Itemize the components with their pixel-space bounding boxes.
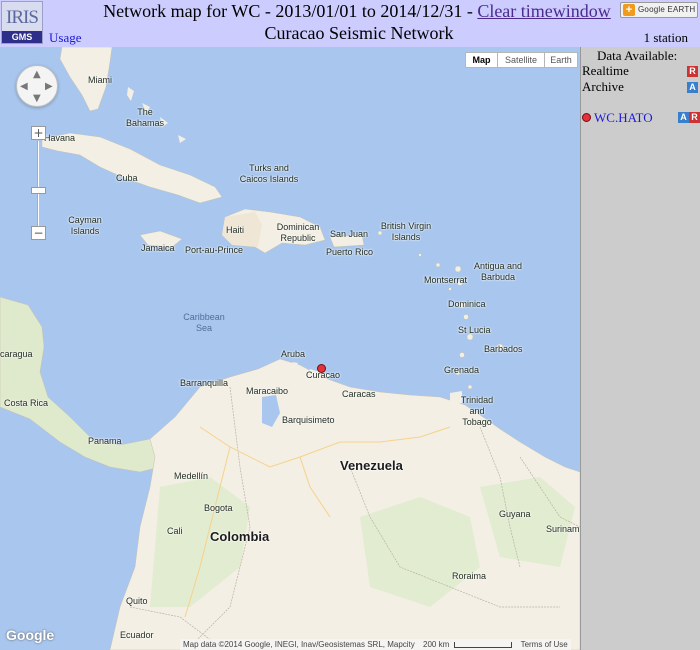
place-puerto-rico: Puerto Rico	[326, 247, 374, 257]
zoom-slider-track[interactable]	[37, 141, 39, 226]
map-type-earth-button[interactable]: Earth	[544, 52, 578, 68]
place-caracas: Caracas	[342, 389, 376, 399]
place-bogota: Bogota	[204, 503, 233, 513]
land-central-america	[0, 296, 166, 473]
page-title: Network map for WC - 2013/01/01 to 2014/…	[0, 1, 700, 22]
station-archive-badge: A	[678, 112, 689, 123]
google-logo[interactable]: Google	[6, 627, 54, 643]
place-cayman: Cayman Islands	[68, 215, 102, 236]
place-port-au-prince: Port-au-Prince	[185, 245, 244, 255]
place-montserrat: Montserrat	[424, 275, 468, 285]
place-barranquilla: Barranquilla	[180, 378, 229, 388]
plus-icon: +	[623, 4, 635, 16]
google-earth-label: Google EARTH	[638, 5, 696, 14]
station-dot-icon	[582, 113, 591, 122]
place-haiti: Haiti	[226, 225, 245, 235]
header: IRIS GMS Network map for WC - 2013/01/01…	[0, 0, 700, 47]
place-san-juan: San Juan	[330, 229, 369, 239]
place-medellin: Medellín	[174, 471, 209, 481]
pan-left-icon[interactable]: ◀	[20, 81, 28, 92]
place-dominican: Dominican Republic	[276, 222, 320, 243]
map[interactable]: Miami The Bahamas Havana Cuba Cayman Isl…	[0, 47, 580, 650]
place-bahamas: The Bahamas	[125, 107, 165, 128]
pan-control[interactable]: ▲ ▼ ◀ ▶	[16, 65, 58, 107]
terms-link[interactable]: Terms of Use	[521, 640, 568, 649]
place-costa-rica: Costa Rica	[4, 398, 49, 408]
scale-label: 200 km	[423, 640, 450, 649]
zoom-out-button[interactable]: −	[31, 226, 46, 240]
place-panama: Panama	[88, 436, 122, 446]
archive-label: Archive	[582, 79, 624, 94]
place-bvi: British Virgin Islands	[380, 221, 432, 242]
sidebar: Data Available: Realtime R Archive A WC.…	[580, 47, 700, 650]
realtime-badge: R	[687, 66, 698, 77]
place-dominica: Dominica	[448, 299, 486, 309]
place-st-lucia: St Lucia	[458, 325, 491, 335]
place-antigua: Antigua and Barbuda	[473, 261, 523, 282]
place-maracaibo: Maracaibo	[246, 386, 289, 396]
station-list-item[interactable]: WC.HATO A R	[582, 110, 700, 126]
place-barbados: Barbados	[484, 344, 523, 354]
place-jamaica: Jamaica	[141, 243, 175, 253]
place-quito: Quito	[126, 596, 148, 606]
zoom-in-button[interactable]: +	[31, 126, 46, 140]
clear-timewindow-link[interactable]: Clear timewindow	[477, 1, 610, 21]
google-earth-button[interactable]: + Google EARTH	[620, 2, 698, 18]
archive-badge: A	[687, 82, 698, 93]
place-trinidad: Trinidad and Tobago	[460, 395, 494, 427]
usage-link[interactable]: Usage	[49, 30, 82, 46]
map-attribution: Map data ©2014 Google, INEGI, Inav/Geosi…	[180, 639, 571, 650]
data-available-heading: Data Available:	[597, 48, 678, 63]
place-grenada: Grenada	[444, 365, 480, 375]
station-link-wc-hato[interactable]: WC.HATO	[594, 110, 653, 126]
place-cuba: Cuba	[116, 173, 138, 183]
place-barquisimeto: Barquisimeto	[282, 415, 335, 425]
place-miami: Miami	[88, 75, 112, 85]
map-type-map-button[interactable]: Map	[465, 52, 498, 68]
place-ecuador: Ecuador	[120, 630, 154, 640]
place-venezuela: Venezuela	[340, 458, 403, 473]
place-surinam: Surinam	[546, 524, 580, 534]
station-realtime-badge: R	[689, 112, 700, 123]
place-caribbean-sea: Caribbean Sea	[183, 312, 225, 333]
page-title-text: Network map for WC - 2013/01/01 to 2014/…	[103, 1, 473, 21]
map-type-satellite-button[interactable]: Satellite	[497, 52, 545, 68]
network-name: Curacao Seismic Network	[264, 23, 454, 43]
place-turks: Turks and Caicos Islands	[239, 163, 299, 184]
land-lesser-antilles	[377, 230, 504, 390]
place-aruba: Aruba	[281, 349, 306, 359]
pan-up-icon[interactable]: ▲	[33, 69, 41, 80]
scale-bar	[454, 641, 513, 648]
place-guyana: Guyana	[499, 509, 531, 519]
station-marker-wc-hato[interactable]	[317, 364, 326, 373]
pan-right-icon[interactable]: ▶	[45, 81, 53, 92]
station-count: 1 station	[643, 30, 688, 45]
place-colombia: Colombia	[210, 529, 270, 544]
realtime-label: Realtime	[582, 63, 629, 78]
zoom-slider-thumb[interactable]	[31, 187, 46, 194]
attribution-text: Map data ©2014 Google, INEGI, Inav/Geosi…	[183, 640, 415, 649]
place-havana: Havana	[44, 133, 76, 143]
place-roraima: Roraima	[452, 571, 487, 581]
place-cali: Cali	[167, 526, 183, 536]
place-nicaragua: caragua	[0, 349, 33, 359]
pan-down-icon[interactable]: ▼	[33, 93, 41, 104]
